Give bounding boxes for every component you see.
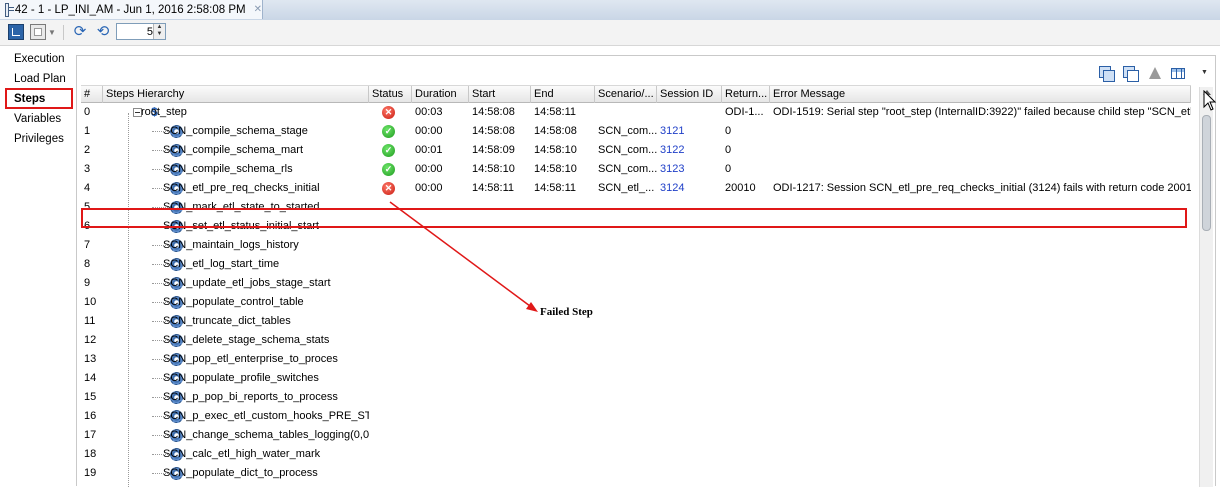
mouse-cursor-icon: [1203, 90, 1217, 111]
annotation-arrow: [389, 201, 538, 312]
failed-step-label: Failed Step: [540, 306, 593, 318]
